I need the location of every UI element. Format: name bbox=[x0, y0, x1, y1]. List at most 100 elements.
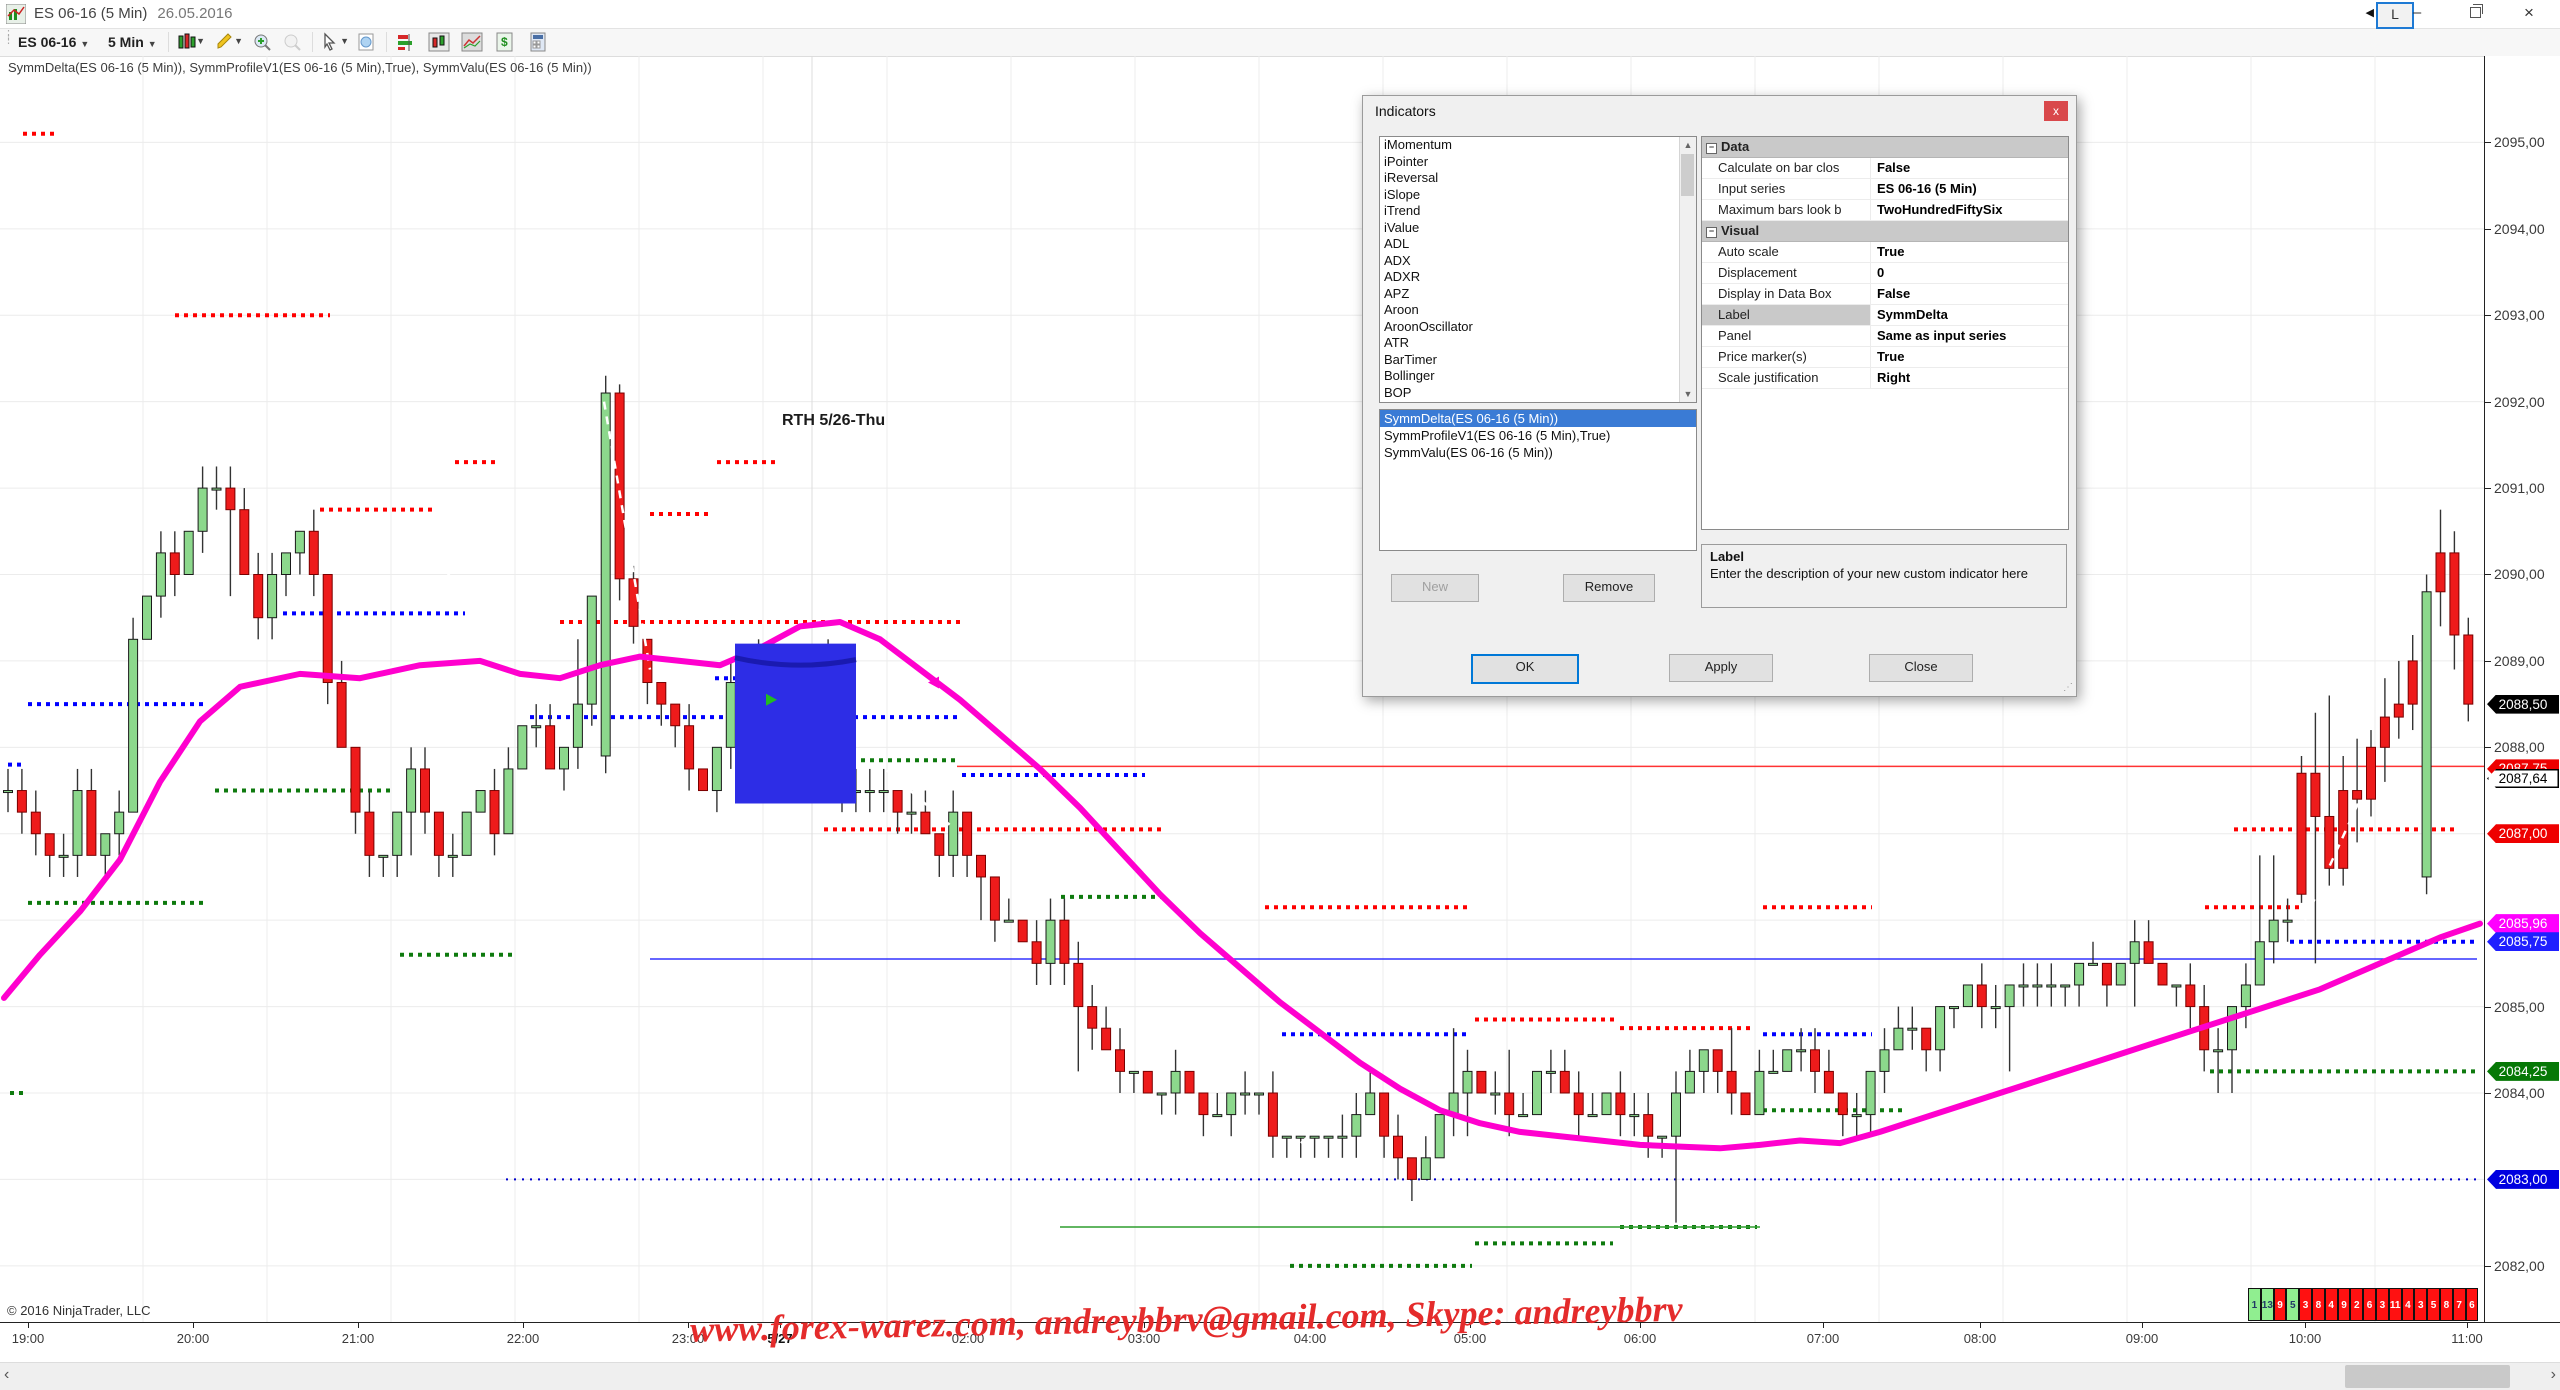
applied-indicator-item[interactable]: SymmProfileV1(ES 06-16 (5 Min),True) bbox=[1380, 427, 1696, 444]
property-row[interactable]: Scale justificationRight bbox=[1702, 368, 2068, 389]
indicator-list-item[interactable]: iValue bbox=[1380, 220, 1696, 237]
list-scroll-thumb[interactable] bbox=[1681, 154, 1694, 196]
new-button[interactable]: New bbox=[1391, 574, 1479, 602]
property-row[interactable]: Price marker(s)True bbox=[1702, 347, 2068, 368]
calculator-button[interactable] bbox=[527, 32, 549, 52]
time-axis[interactable]: 19:0020:0021:0022:0023:005/2702:0003:000… bbox=[0, 1322, 2560, 1363]
property-description-text: Enter the description of your new custom… bbox=[1710, 566, 2058, 581]
dialog-resize-grip[interactable]: ⋰ bbox=[2063, 683, 2073, 693]
property-row[interactable]: Input seriesES 06-16 (5 Min) bbox=[1702, 179, 2068, 200]
property-row[interactable]: Auto scaleTrue bbox=[1702, 242, 2068, 263]
data-box-button[interactable] bbox=[356, 32, 378, 52]
indicator-list-item[interactable]: AroonOscillator bbox=[1380, 319, 1696, 336]
price-axis[interactable]: 2095,002094,002093,002092,002091,002090,… bbox=[2484, 56, 2560, 1322]
list-scrollbar[interactable]: ▲ ▼ bbox=[1679, 137, 1696, 402]
interval-dropdown[interactable]: 5 Min▼ bbox=[108, 31, 157, 53]
indicator-list-item[interactable]: iPointer bbox=[1380, 154, 1696, 171]
applied-indicator-item[interactable]: SymmDelta(ES 06-16 (5 Min)) bbox=[1380, 410, 1696, 427]
property-value[interactable]: True bbox=[1871, 242, 2068, 262]
scroll-up-icon[interactable]: ▲ bbox=[1680, 137, 1696, 153]
property-row[interactable]: Displacement0 bbox=[1702, 263, 2068, 284]
market-analyzer-button[interactable] bbox=[395, 32, 417, 52]
restore-button[interactable] bbox=[2452, 0, 2498, 28]
account-data-button[interactable]: $ bbox=[494, 32, 516, 52]
property-value[interactable]: Same as input series bbox=[1871, 326, 2068, 346]
price-tick: 2082,00 bbox=[2485, 1258, 2560, 1274]
minimize-button[interactable]: – bbox=[2394, 0, 2440, 28]
indicator-list-item[interactable]: ATR bbox=[1380, 335, 1696, 352]
delta-cell: 5 bbox=[2427, 1288, 2440, 1321]
scroll-left-icon[interactable]: ‹ bbox=[4, 1366, 9, 1384]
collapse-icon[interactable]: − bbox=[1706, 143, 1717, 154]
property-group-header[interactable]: −Data bbox=[1702, 137, 2068, 158]
scroll-down-icon[interactable]: ▼ bbox=[1680, 386, 1696, 402]
indicator-list-item[interactable]: iMomentum bbox=[1380, 137, 1696, 154]
chart-style-button[interactable]: ▼ bbox=[176, 32, 198, 52]
dialog-close-button[interactable]: x bbox=[2044, 101, 2068, 121]
window-date: 26.05.2016 bbox=[157, 5, 232, 22]
indicator-list-item[interactable]: iTrend bbox=[1380, 203, 1696, 220]
cursor-button[interactable]: ▼ bbox=[320, 32, 342, 52]
apply-button[interactable]: Apply bbox=[1669, 654, 1773, 682]
property-value[interactable]: False bbox=[1871, 158, 2068, 178]
property-value[interactable]: ES 06-16 (5 Min) bbox=[1871, 179, 2068, 199]
close-window-button[interactable]: × bbox=[2506, 0, 2552, 28]
indicator-list-item[interactable]: BOP bbox=[1380, 385, 1696, 402]
indicator-list-item[interactable]: ADL bbox=[1380, 236, 1696, 253]
zoom-out-button[interactable] bbox=[282, 32, 304, 52]
delta-cell: 3 bbox=[2299, 1288, 2312, 1321]
indicator-list-item[interactable]: iReversal bbox=[1380, 170, 1696, 187]
property-value[interactable]: 0 bbox=[1871, 263, 2068, 283]
chart-window-button[interactable] bbox=[428, 32, 450, 52]
property-value[interactable]: Right bbox=[1871, 368, 2068, 388]
price-marker-badge: 2084,25 bbox=[2487, 1062, 2559, 1081]
zoom-in-button[interactable] bbox=[252, 32, 274, 52]
property-name: Price marker(s) bbox=[1702, 347, 1871, 367]
property-row[interactable]: PanelSame as input series bbox=[1702, 326, 2068, 347]
applied-indicator-item[interactable]: SymmValu(ES 06-16 (5 Min)) bbox=[1380, 444, 1696, 461]
price-tick: 2095,00 bbox=[2485, 134, 2560, 150]
indicator-list-item[interactable]: ADX bbox=[1380, 253, 1696, 270]
time-tickmark bbox=[28, 1323, 29, 1328]
chart-analyzer-button[interactable] bbox=[461, 32, 483, 52]
property-grid[interactable]: −DataCalculate on bar closFalseInput ser… bbox=[1701, 136, 2069, 530]
chart-canvas[interactable] bbox=[0, 56, 2484, 1322]
remove-button[interactable]: Remove bbox=[1563, 574, 1655, 602]
indicator-list-item[interactable]: APZ bbox=[1380, 286, 1696, 303]
scroll-right-icon[interactable]: › bbox=[2551, 1366, 2556, 1384]
close-button[interactable]: Close bbox=[1869, 654, 1973, 682]
drawing-tools-button[interactable]: ▼ bbox=[214, 32, 236, 52]
indicator-list-item[interactable]: Bollinger bbox=[1380, 368, 1696, 385]
property-value[interactable]: SymmDelta bbox=[1871, 305, 2068, 325]
instrument-dropdown[interactable]: ES 06-16▼ bbox=[18, 31, 89, 53]
time-tick: 04:00 bbox=[1294, 1331, 1327, 1346]
property-row[interactable]: Calculate on bar closFalse bbox=[1702, 158, 2068, 179]
delta-cell: 9 bbox=[2338, 1288, 2351, 1321]
price-chart[interactable] bbox=[0, 56, 2484, 1322]
property-group-header[interactable]: −Visual bbox=[1702, 221, 2068, 242]
property-value[interactable]: False bbox=[1871, 284, 2068, 304]
property-value[interactable]: True bbox=[1871, 347, 2068, 367]
indicator-list-item[interactable]: ADXR bbox=[1380, 269, 1696, 286]
horizontal-scrollbar[interactable]: ‹ › bbox=[0, 1362, 2560, 1390]
title-bar[interactable]: ES 06-16 (5 Min)26.05.2016 ◀ L – × bbox=[0, 0, 2560, 29]
indicator-list-item[interactable]: BarTimer bbox=[1380, 352, 1696, 369]
toolbar-separator bbox=[312, 32, 313, 52]
toolbar-grip[interactable]: ⋮⋮ bbox=[3, 33, 9, 51]
indicators-dialog[interactable]: Indicators x iMomentumiPointeriReversali… bbox=[1362, 95, 2077, 697]
collapse-icon[interactable]: − bbox=[1706, 227, 1717, 238]
indicator-list-item[interactable]: iSlope bbox=[1380, 187, 1696, 204]
time-tickmark bbox=[1470, 1323, 1471, 1328]
property-row[interactable]: LabelSymmDelta bbox=[1702, 305, 2068, 326]
property-name: Scale justification bbox=[1702, 368, 1871, 388]
ok-button[interactable]: OK bbox=[1471, 654, 1579, 684]
indicator-list-item[interactable]: Aroon bbox=[1380, 302, 1696, 319]
property-row[interactable]: Display in Data BoxFalse bbox=[1702, 284, 2068, 305]
property-value[interactable]: TwoHundredFiftySix bbox=[1871, 200, 2068, 220]
available-indicators-list[interactable]: iMomentumiPointeriReversaliSlopeiTrendiV… bbox=[1379, 136, 1697, 403]
link-arrow-icon: ◀ bbox=[2366, 6, 2374, 19]
applied-indicators-list[interactable]: SymmDelta(ES 06-16 (5 Min))SymmProfileV1… bbox=[1379, 409, 1697, 551]
price-tick: 2091,00 bbox=[2485, 480, 2560, 496]
scrollbar-thumb[interactable] bbox=[2345, 1365, 2510, 1388]
property-row[interactable]: Maximum bars look bTwoHundredFiftySix bbox=[1702, 200, 2068, 221]
